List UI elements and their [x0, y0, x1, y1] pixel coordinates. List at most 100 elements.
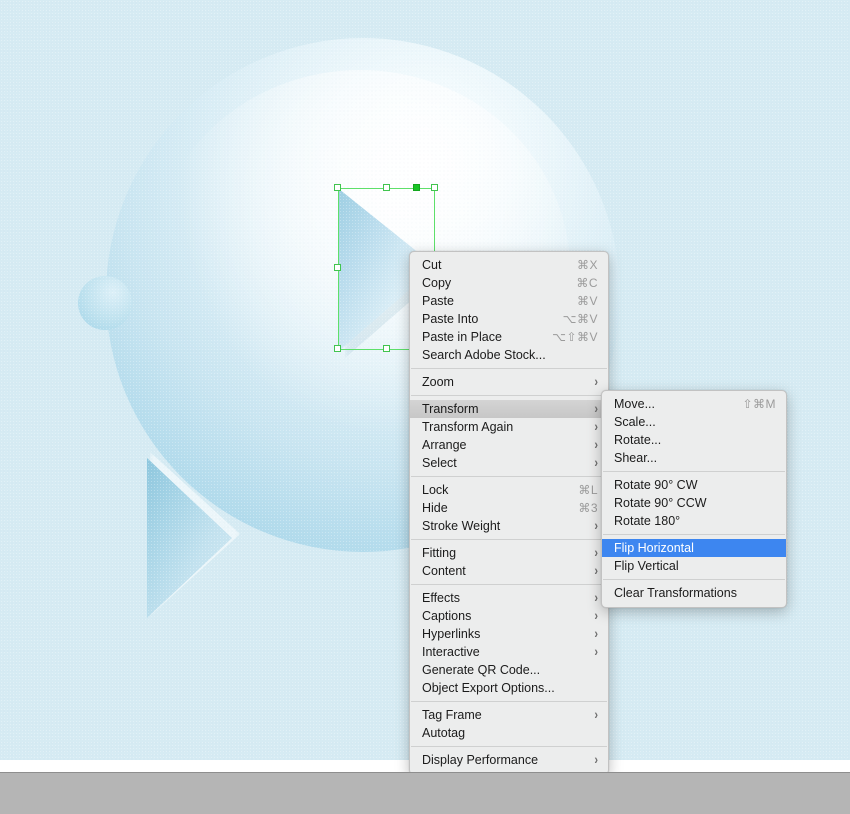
- menu-separator: [411, 701, 607, 702]
- menu-item-display-performance[interactable]: Display Performance ›: [410, 751, 608, 769]
- menu-item-transform-again[interactable]: Transform Again ›: [410, 418, 608, 436]
- menu-item-tag-frame[interactable]: Tag Frame ›: [410, 706, 608, 724]
- menu-item-content[interactable]: Content ›: [410, 562, 608, 580]
- menu-item-paste-in-place[interactable]: Paste in Place ⌥⇧⌘V: [410, 328, 608, 346]
- menu-item-captions[interactable]: Captions ›: [410, 607, 608, 625]
- menu-item-hyperlinks[interactable]: Hyperlinks ›: [410, 625, 608, 643]
- menu-item-stroke-weight[interactable]: Stroke Weight ›: [410, 517, 608, 535]
- menu-item-label: Rotate...: [614, 433, 662, 447]
- menu-item-label: Generate QR Code...: [422, 663, 541, 677]
- object-context-menu[interactable]: Cut ⌘X Copy ⌘C Paste ⌘V Paste Into ⌥⌘V Paste in …: [409, 251, 609, 775]
- menu-item-label: Rotate 90° CCW: [614, 496, 707, 510]
- menu-item-label: Hide: [422, 501, 448, 515]
- menu-separator: [411, 746, 607, 747]
- menu-item-search-adobe-stock[interactable]: Search Adobe Stock...: [410, 346, 608, 364]
- menu-item-label: Move...: [614, 397, 655, 411]
- menu-item-label: Lock: [422, 483, 449, 497]
- chevron-right-icon: ›: [594, 563, 598, 579]
- menu-item-rotate-180[interactable]: Rotate 180°: [602, 512, 786, 530]
- menu-item-label: Object Export Options...: [422, 681, 555, 695]
- menu-item-label: Arrange: [422, 438, 467, 452]
- menu-item-label: Hyperlinks: [422, 627, 481, 641]
- menu-item-shear[interactable]: Shear...: [602, 449, 786, 467]
- menu-item-rotate-90-cw[interactable]: Rotate 90° CW: [602, 476, 786, 494]
- menu-item-label: Autotag: [422, 726, 466, 740]
- menu-separator: [603, 471, 785, 472]
- menu-item-label: Paste Into: [422, 312, 479, 326]
- menu-item-label: Tag Frame: [422, 708, 482, 722]
- menu-item-label: Rotate 90° CW: [614, 478, 698, 492]
- chevron-right-icon: ›: [594, 455, 598, 471]
- menu-item-shortcut: ⌘L: [578, 483, 598, 497]
- menu-item-paste[interactable]: Paste ⌘V: [410, 292, 608, 310]
- application-window: Cut ⌘X Copy ⌘C Paste ⌘V Paste Into ⌥⌘V Paste in …: [0, 0, 850, 814]
- menu-separator: [603, 534, 785, 535]
- bottom-status-bar: [0, 772, 850, 814]
- menu-item-interactive[interactable]: Interactive ›: [410, 643, 608, 661]
- menu-item-label: Paste in Place: [422, 330, 502, 344]
- menu-item-fitting[interactable]: Fitting ›: [410, 544, 608, 562]
- menu-item-label: Flip Horizontal: [614, 541, 694, 555]
- menu-item-lock[interactable]: Lock ⌘L: [410, 481, 608, 499]
- menu-item-shortcut: ⌘V: [576, 294, 598, 308]
- menu-item-shortcut: ⌥⇧⌘V: [552, 330, 598, 344]
- menu-item-label: Cut: [422, 258, 442, 272]
- menu-item-shortcut: ⌥⌘V: [562, 312, 598, 326]
- menu-item-label: Transform Again: [422, 420, 514, 434]
- menu-separator: [411, 395, 607, 396]
- menu-item-copy[interactable]: Copy ⌘C: [410, 274, 608, 292]
- menu-separator: [411, 584, 607, 585]
- menu-item-label: Clear Transformations: [614, 586, 737, 600]
- menu-item-autotag[interactable]: Autotag: [410, 724, 608, 742]
- menu-item-rotate[interactable]: Rotate...: [602, 431, 786, 449]
- menu-item-label: Rotate 180°: [614, 514, 681, 528]
- menu-item-transform[interactable]: Transform ›: [410, 400, 608, 418]
- menu-item-scale[interactable]: Scale...: [602, 413, 786, 431]
- menu-item-flip-vertical[interactable]: Flip Vertical: [602, 557, 786, 575]
- menu-item-label: Fitting: [422, 546, 457, 560]
- selection-handle-top-center[interactable]: [383, 184, 390, 191]
- menu-item-rotate-90-ccw[interactable]: Rotate 90° CCW: [602, 494, 786, 512]
- menu-separator: [603, 579, 785, 580]
- menu-item-effects[interactable]: Effects ›: [410, 589, 608, 607]
- menu-item-shortcut: ⌘C: [576, 276, 598, 290]
- menu-item-label: Content: [422, 564, 466, 578]
- menu-item-clear-transformations[interactable]: Clear Transformations: [602, 584, 786, 602]
- menu-separator: [411, 476, 607, 477]
- selection-handle-bottom-center[interactable]: [383, 345, 390, 352]
- menu-item-label: Paste: [422, 294, 454, 308]
- menu-item-label: Effects: [422, 591, 460, 605]
- menu-item-label: Interactive: [422, 645, 480, 659]
- menu-item-label: Flip Vertical: [614, 559, 679, 573]
- chevron-right-icon: ›: [594, 752, 598, 768]
- chevron-right-icon: ›: [594, 707, 598, 723]
- selection-handle-middle-left[interactable]: [334, 264, 341, 271]
- menu-item-move[interactable]: Move... ⇧⌘M: [602, 395, 786, 413]
- selection-handle-bottom-left[interactable]: [334, 345, 341, 352]
- menu-item-shortcut: ⇧⌘M: [742, 397, 776, 411]
- menu-item-label: Stroke Weight: [422, 519, 501, 533]
- chevron-right-icon: ›: [594, 374, 598, 390]
- menu-item-paste-into[interactable]: Paste Into ⌥⌘V: [410, 310, 608, 328]
- selection-handle-top-right[interactable]: [431, 184, 438, 191]
- menu-separator: [411, 539, 607, 540]
- menu-item-label: Scale...: [614, 415, 656, 429]
- menu-item-shortcut: ⌘X: [576, 258, 598, 272]
- menu-item-flip-horizontal[interactable]: Flip Horizontal: [602, 539, 786, 557]
- menu-separator: [411, 368, 607, 369]
- chevron-right-icon: ›: [594, 644, 598, 660]
- menu-item-label: Zoom: [422, 375, 454, 389]
- transform-submenu[interactable]: Move... ⇧⌘M Scale... Rotate... Shear... Rotat…: [601, 390, 787, 608]
- menu-item-generate-qr-code[interactable]: Generate QR Code...: [410, 661, 608, 679]
- selection-handle-top-left[interactable]: [334, 184, 341, 191]
- selection-handle-reference-point[interactable]: [413, 184, 420, 191]
- menu-item-zoom[interactable]: Zoom ›: [410, 373, 608, 391]
- menu-item-hide[interactable]: Hide ⌘3: [410, 499, 608, 517]
- lens-handle-nub-shape[interactable]: [78, 276, 132, 330]
- menu-item-cut[interactable]: Cut ⌘X: [410, 256, 608, 274]
- menu-item-arrange[interactable]: Arrange ›: [410, 436, 608, 454]
- menu-item-label: Captions: [422, 609, 472, 623]
- menu-item-object-export-options[interactable]: Object Export Options...: [410, 679, 608, 697]
- menu-item-label: Search Adobe Stock...: [422, 348, 546, 362]
- menu-item-select[interactable]: Select ›: [410, 454, 608, 472]
